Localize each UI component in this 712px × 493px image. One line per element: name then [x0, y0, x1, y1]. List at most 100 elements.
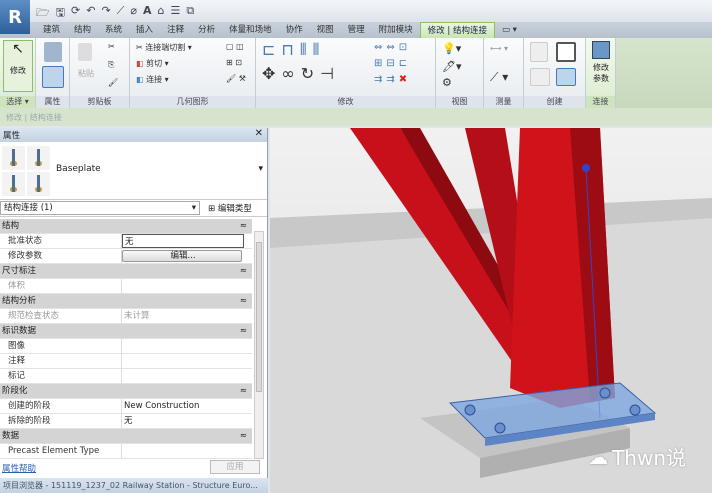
modify-button[interactable]: ↖ 修改 [3, 40, 33, 92]
cut-icon[interactable]: ✂ [108, 42, 115, 51]
cope-button[interactable]: ✂ 连接端切割 ▾ [136, 42, 192, 53]
collapse-icon[interactable]: ≈ [240, 294, 247, 308]
close-icon[interactable]: ✕ [255, 128, 263, 139]
property-value[interactable] [122, 444, 252, 458]
thin-lines-icon[interactable]: ☰ [171, 4, 181, 23]
select-dropdown[interactable]: 选择 ▾ [0, 96, 35, 108]
measure-icon[interactable]: ⟷ ▾ [490, 44, 508, 53]
property-value[interactable]: 无 [122, 234, 244, 248]
scroll-thumb[interactable] [256, 242, 262, 392]
property-name: 创建的阶段 [0, 399, 122, 413]
tab-11[interactable]: 修改 | 结构连接 [419, 22, 495, 38]
paint-icon[interactable]: 🖌 ⚒ [226, 74, 246, 83]
apply-button[interactable]: 应用 [210, 460, 260, 474]
properties-footer: 属性帮助 应用 [0, 459, 266, 476]
group-label: 结构分析 [2, 296, 37, 306]
collapse-icon[interactable]: ≈ [240, 384, 247, 398]
copy-icon[interactable]: ⎘ [108, 60, 114, 70]
pin-icons[interactable]: ⊞⊟⊏ [374, 58, 411, 69]
group-label: 结构 [2, 221, 20, 231]
create-similar-icon[interactable] [556, 68, 576, 86]
save-icon[interactable]: 🖫 [56, 4, 65, 23]
collapse-icon[interactable]: ≈ [240, 264, 247, 278]
dimension-icon[interactable]: ⟋ ▾ [490, 70, 508, 85]
instance-filter-dropdown[interactable]: 结构连接 (1) [0, 201, 200, 215]
split-face-icon[interactable]: ⊞ ⊡ [226, 58, 242, 67]
parameters-icon [592, 41, 610, 59]
type-properties-icon[interactable] [42, 66, 64, 88]
close-windows-icon[interactable]: ⧉ [186, 4, 194, 23]
collapse-icon[interactable]: ≈ [240, 219, 247, 233]
tab-1[interactable]: 结构 [67, 22, 98, 38]
app-menu-button[interactable]: R [0, 0, 30, 34]
tab-8[interactable]: 视图 [310, 22, 341, 38]
match-icon[interactable]: 🖌 [108, 78, 118, 87]
property-value[interactable] [122, 369, 252, 383]
3d-view-icon[interactable]: ⌂ [158, 4, 165, 23]
join-button[interactable]: ◧ 连接 ▾ [136, 74, 169, 85]
tab-5[interactable]: 分析 [191, 22, 222, 38]
undo-icon[interactable]: ↶ [86, 4, 95, 23]
property-value[interactable]: 未计算 [122, 309, 252, 323]
property-value[interactable] [122, 279, 252, 293]
collapse-icon[interactable]: ≈ [240, 324, 247, 338]
array-scale-icons[interactable]: ⇔⇔⊡ [374, 42, 411, 53]
property-value[interactable]: New Construction [122, 399, 252, 413]
move-copy-rotate-icons[interactable]: ✥∞↻⊣ [262, 64, 340, 83]
tab-4[interactable]: 注释 [160, 22, 191, 38]
tab-3[interactable]: 插入 [129, 22, 160, 38]
wall-join-icon[interactable]: ▢ ◫ [226, 42, 244, 51]
join-label: 连接 ▾ [146, 75, 169, 84]
type-selector[interactable]: Baseplate ▾ [0, 142, 267, 200]
redo-icon[interactable]: ↷ [101, 4, 110, 23]
property-value[interactable] [122, 339, 252, 353]
properties-scrollbar[interactable] [254, 231, 264, 459]
connection-grip[interactable] [582, 164, 590, 172]
tab-10[interactable]: 附加模块 [372, 22, 420, 38]
tab-7[interactable]: 协作 [279, 22, 310, 38]
tab-0[interactable]: 建筑 [36, 22, 67, 38]
property-row: 体积 [0, 279, 252, 294]
panel-geometry: ✂ 连接端切割 ▾ ◧ 剪切 ▾ ◧ 连接 ▾ ▢ ◫ ⊞ ⊡ 🖌 ⚒ 几何图形 [130, 38, 256, 108]
measure-icon[interactable]: ⟋ [117, 4, 125, 23]
context-status-bar: 修改 | 结构连接 [0, 108, 712, 126]
open-icon[interactable]: 🗁 [36, 4, 50, 23]
paste-icon[interactable] [78, 43, 92, 61]
project-browser-header[interactable]: 项目浏览器 - 151119_1237_02 Railway Station -… [0, 478, 268, 493]
create-parts-icon[interactable] [556, 42, 576, 62]
create-assembly-icon[interactable] [530, 42, 548, 62]
property-value[interactable] [122, 354, 252, 368]
property-group: 标识数据 ≈ [0, 324, 252, 339]
collapse-icon[interactable]: ≈ [240, 429, 247, 443]
linework-icon[interactable]: ⚙ [442, 76, 452, 89]
property-name: 修改参数 [0, 249, 122, 263]
tag-icon[interactable]: ⌀ [130, 4, 137, 23]
filter-row: 结构连接 (1) ⊞ 编辑类型 [0, 200, 267, 217]
property-row: 标记 [0, 369, 252, 384]
delete-icon[interactable]: ⇉⇉✖ [374, 74, 411, 85]
measure-panel-label: 测量 [484, 96, 523, 108]
modify-label: 修改 [10, 66, 26, 75]
align-offset-mirror-icons[interactable]: ⊏⊓⫴⫴ [262, 40, 325, 60]
edit-type-button[interactable]: ⊞ 编辑类型 [208, 202, 252, 214]
edit-button[interactable]: 编辑... [122, 250, 242, 262]
3d-viewport[interactable]: ☁ Thwn说 [270, 128, 712, 493]
create-group-icon[interactable] [530, 68, 550, 86]
property-group: 结构分析 ≈ [0, 294, 252, 309]
tab-2[interactable]: 系统 [98, 22, 129, 38]
properties-help-link[interactable]: 属性帮助 [2, 462, 36, 474]
group-label: 阶段化 [2, 386, 28, 396]
modify-parameters-button[interactable]: 修改 参数 [588, 41, 614, 84]
tab-9[interactable]: 管理 [341, 22, 372, 38]
override-icon[interactable]: 🖊▾ [442, 60, 462, 73]
property-value[interactable]: 无 [122, 414, 252, 428]
cursor-icon: ↖ [12, 41, 24, 57]
properties-icon[interactable] [44, 42, 62, 62]
text-icon[interactable]: A [143, 4, 152, 23]
ribbon-minimize-button[interactable]: ▭ ▾ [495, 22, 524, 38]
hide-icon[interactable]: 💡▾ [442, 42, 461, 55]
sync-icon[interactable]: ⟳ [71, 4, 80, 23]
tab-6[interactable]: 体量和场地 [222, 22, 279, 38]
property-row: 批准状态无 [0, 234, 252, 249]
cut-geometry-button[interactable]: ◧ 剪切 ▾ [136, 58, 169, 69]
